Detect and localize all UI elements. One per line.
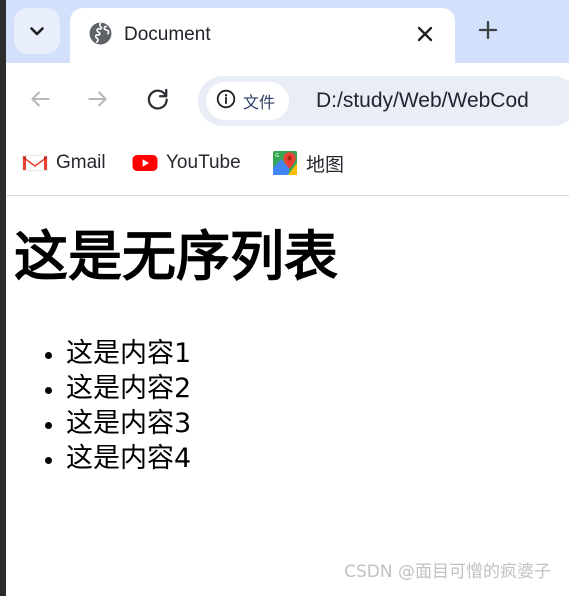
reload-button[interactable] [138, 81, 178, 121]
reload-icon [145, 86, 171, 117]
globe-icon [88, 21, 113, 46]
bookmark-gmail[interactable]: Gmail [18, 145, 110, 181]
browser-window: Document 文件 D:/study/Web/WebCod Gmail Yo… [0, 0, 569, 596]
tab-search-dropdown-button[interactable] [14, 8, 60, 54]
chevron-down-icon [27, 21, 47, 41]
bookmark-label: Gmail [56, 152, 106, 173]
close-icon[interactable] [411, 20, 439, 48]
site-info-chip[interactable]: 文件 [206, 82, 290, 120]
google-maps-icon: G [272, 150, 298, 176]
info-circle-icon [216, 89, 236, 114]
youtube-icon [132, 150, 158, 176]
gmail-icon [22, 150, 48, 176]
window-left-edge [0, 0, 6, 596]
plus-icon [476, 18, 500, 47]
address-bar[interactable]: 文件 D:/study/Web/WebCod [198, 76, 569, 126]
site-info-label: 文件 [243, 95, 276, 112]
list-item: 这是内容2 [66, 371, 191, 406]
watermark: CSDN @面目可憎的疯婆子 [344, 562, 551, 582]
bookmark-label: YouTube [166, 152, 241, 173]
page-heading: 这是无序列表 [14, 225, 338, 288]
tab-title: Document [124, 24, 211, 45]
arrow-left-icon [27, 86, 53, 117]
bookmark-youtube[interactable]: YouTube [128, 145, 245, 181]
arrow-right-icon [85, 86, 111, 117]
forward-button[interactable] [78, 81, 118, 121]
list-item: 这是内容1 [66, 336, 191, 371]
list-item: 这是内容4 [66, 441, 191, 476]
unordered-list: 这是内容1 这是内容2 这是内容3 这是内容4 [36, 336, 191, 476]
bookmarks-bar: Gmail YouTube G 地图 [0, 133, 569, 195]
svg-text:G: G [275, 153, 279, 159]
new-tab-button[interactable] [473, 17, 503, 47]
tab-strip: Document [0, 0, 569, 63]
bookmark-label: 地图 [306, 154, 345, 176]
browser-tab[interactable]: Document [70, 8, 455, 63]
list-item: 这是内容3 [66, 406, 191, 441]
url-text: D:/study/Web/WebCod [316, 89, 529, 112]
page-viewport: 这是无序列表 这是内容1 这是内容2 这是内容3 这是内容4 [6, 196, 569, 596]
back-button[interactable] [20, 81, 60, 121]
bookmark-maps[interactable]: G 地图 [268, 145, 348, 181]
